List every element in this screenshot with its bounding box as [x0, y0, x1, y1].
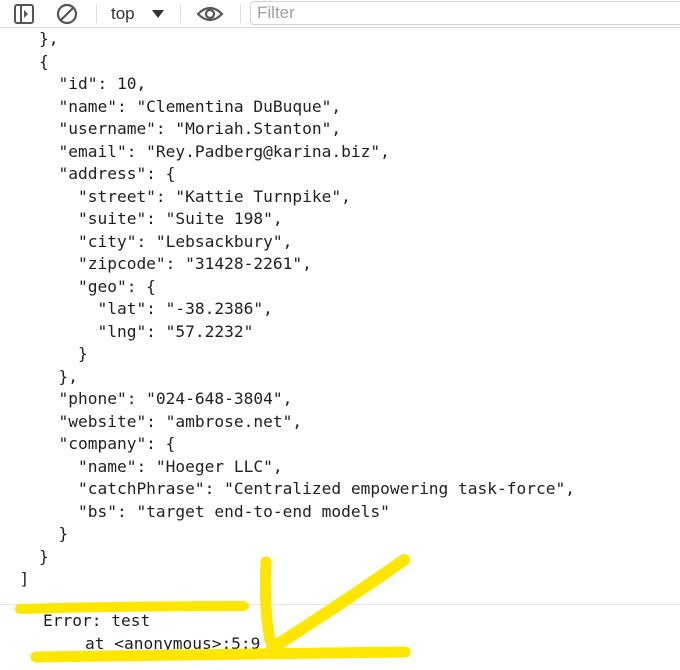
console-line: },	[0, 29, 59, 48]
eye-icon	[196, 6, 224, 21]
toolbar-separator	[180, 4, 181, 23]
clear-console-icon	[56, 3, 78, 24]
console-line: "catchPhrase": "Centralized empowering t…	[0, 479, 575, 498]
console-line: "company": {	[0, 434, 176, 453]
console-line: "name": "Clementina DuBuque",	[0, 96, 342, 116]
console-line: "id": 10,	[0, 74, 147, 93]
console-line: "lng": "57.2232"	[0, 321, 254, 341]
toolbar-separator	[240, 4, 241, 23]
highlight-stroke	[15, 601, 249, 614]
clear-console-button[interactable]	[52, 0, 82, 27]
console-line: "geo": {	[0, 276, 156, 296]
message-divider	[0, 604, 680, 605]
live-expression-button[interactable]	[193, 0, 227, 27]
console-line: "name": "Hoeger LLC",	[0, 456, 283, 476]
arrow-stem	[260, 556, 276, 646]
error-stack-trace: at <anonymous>:5:9	[85, 634, 261, 653]
console-line: "city": "Lebsackbury",	[0, 231, 293, 251]
console-line: }	[0, 344, 88, 363]
console-line: "lat": "-38.2386",	[0, 299, 273, 318]
error-message: Error: test	[43, 611, 151, 630]
console-line: }	[0, 546, 49, 566]
console-line: "zipcode": "31428-2261",	[0, 254, 312, 273]
filter-box	[250, 1, 680, 25]
context-selector[interactable]: top	[111, 0, 135, 27]
sidebar-toggle-button[interactable]	[10, 0, 38, 27]
console-line: "email": "Rey.Padberg@karina.biz",	[0, 141, 390, 161]
console-line: "website": "ambrose.net",	[0, 411, 303, 431]
toolbar-separator	[96, 4, 97, 23]
console-line: }	[0, 524, 69, 543]
console-line: "street": "Kattie Turnpike",	[0, 186, 351, 206]
context-dropdown-button[interactable]	[148, 0, 168, 27]
console-line: "phone": "024-648-3804",	[0, 389, 293, 408]
sidebar-toggle-icon	[14, 3, 34, 24]
console-line: "bs": "target end-to-end models"	[0, 501, 390, 521]
console-line: },	[0, 366, 78, 386]
console-line: "username": "Moriah.Stanton",	[0, 119, 342, 138]
console-line: ]	[0, 569, 30, 588]
console-line: {	[0, 51, 49, 71]
console-line: "suite": "Suite 198",	[0, 209, 283, 228]
console-line: "address": {	[0, 164, 176, 183]
console-toolbar: top	[0, 0, 680, 28]
filter-input[interactable]	[251, 2, 657, 24]
dropdown-arrow-icon	[152, 9, 164, 18]
